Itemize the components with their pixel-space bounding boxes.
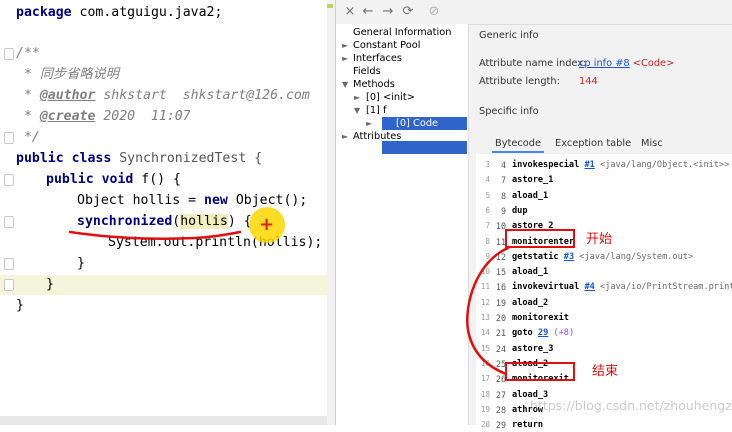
bytecode-viewer: × ← → ⟳ ⊘ General Information ► Constant… [336, 0, 732, 430]
watermark-text: https://blog.csdn.net/zhouhengzhe [530, 398, 732, 413]
bracket-annotation [466, 246, 510, 376]
red-underline-annotation [68, 230, 242, 240]
code-editor[interactable]: package com.atguigu.java2; /** * 同步省略说明 … [0, 0, 335, 425]
cursor-crosshair-icon: + [259, 214, 275, 235]
editor-scrollbar-vertical[interactable] [327, 0, 335, 425]
editor-scrollbar-horizontal[interactable] [0, 416, 327, 425]
scroll-marker [327, 4, 333, 8]
